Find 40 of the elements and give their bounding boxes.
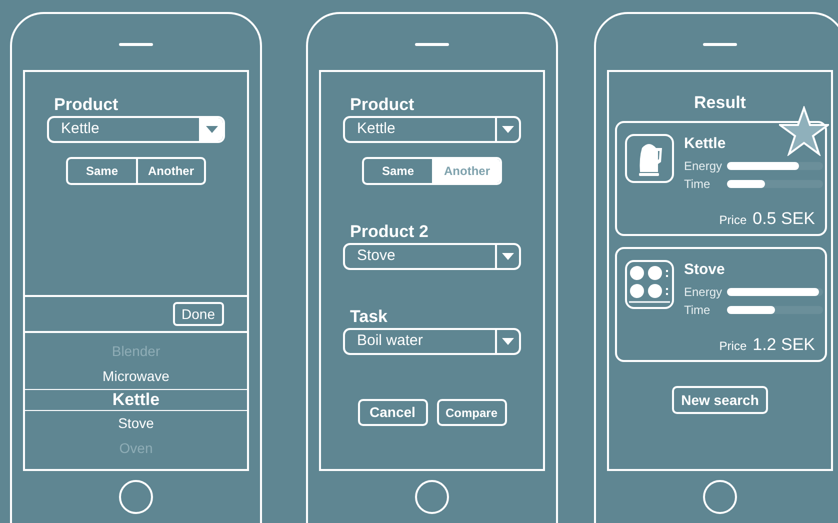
compare-button[interactable]: Compare <box>436 399 506 426</box>
speaker-slot <box>119 43 153 46</box>
segment-tab[interactable]: Another <box>432 159 500 183</box>
picker-item[interactable]: Microwave <box>25 364 247 389</box>
picker-item[interactable]: Stove <box>25 411 247 436</box>
field-label: Product <box>350 94 416 116</box>
field-label: Task <box>350 306 388 328</box>
caret-icon <box>502 126 514 134</box>
dropdown-field[interactable]: Kettle <box>47 116 225 143</box>
product-name: Stove <box>684 260 726 280</box>
kettle-icon <box>625 134 674 183</box>
product-name: Kettle <box>684 134 727 154</box>
price-value: 1.2 SEK <box>752 334 815 356</box>
stove-icon <box>625 260 674 309</box>
price-label: Price <box>719 212 747 228</box>
segment-tab[interactable]: Another <box>136 159 204 183</box>
result-title: Result <box>694 92 746 114</box>
field-label: Product <box>54 94 120 116</box>
caret-icon <box>502 338 514 346</box>
speaker-slot <box>415 43 449 46</box>
new-search-button[interactable]: New search <box>672 386 768 414</box>
metric-label: Time <box>684 302 712 319</box>
dropdown-field[interactable]: Stove <box>343 243 521 270</box>
dropdown-field[interactable]: Kettle <box>343 116 521 143</box>
field-label: Product 2 <box>350 221 430 243</box>
cancel-button[interactable]: Cancel <box>358 399 428 426</box>
segment-tab[interactable]: Same <box>364 159 432 183</box>
caret-icon <box>502 252 514 260</box>
metric-label: Energy <box>684 284 724 301</box>
speaker-slot <box>703 43 737 46</box>
caret-icon <box>206 126 218 134</box>
metric-label: Time <box>684 176 712 193</box>
picker-item[interactable]: Kettle <box>25 389 247 411</box>
dropdown-toggle[interactable] <box>199 118 223 141</box>
segment-tab[interactable]: Same <box>68 159 136 183</box>
metric-label: Energy <box>684 158 724 175</box>
price-value: 0.5 SEK <box>752 208 815 230</box>
price-label: Price <box>719 338 747 354</box>
dropdown-field[interactable]: Boil water <box>343 328 521 355</box>
done-button[interactable]: Done <box>172 302 224 326</box>
